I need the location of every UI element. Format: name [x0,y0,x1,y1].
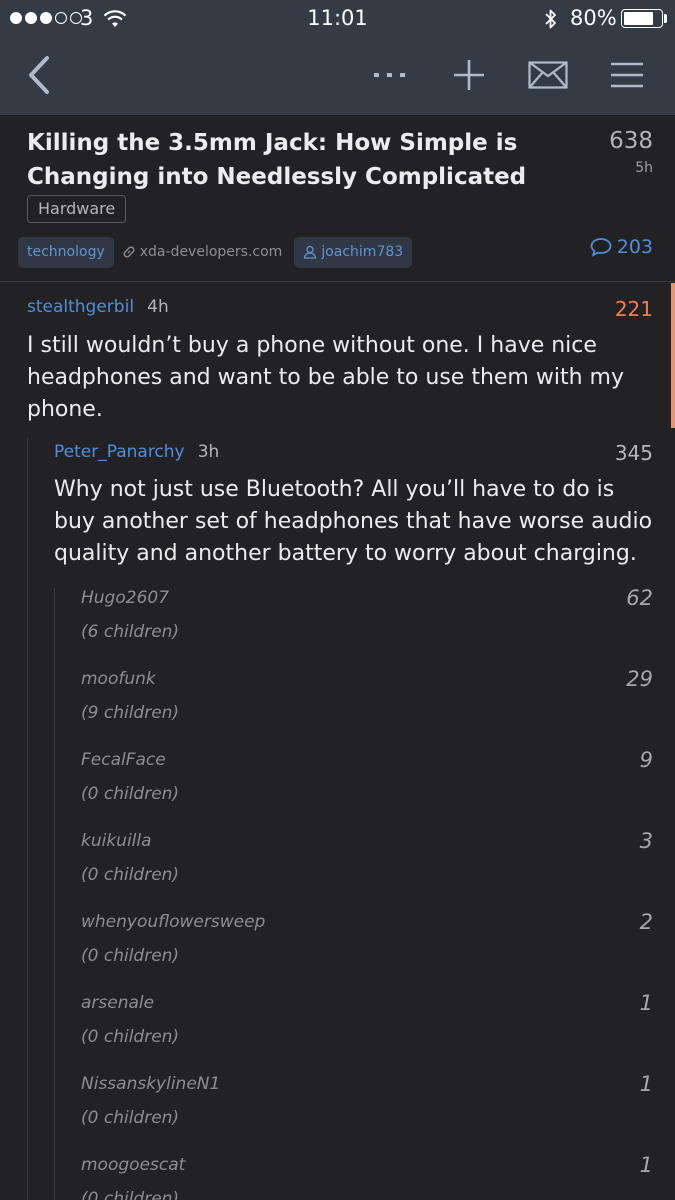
author-label: joachim783 [321,243,404,260]
child-score: 29 [626,667,653,691]
child-count: (0 children) [81,1108,180,1128]
child-author: kuikuilla [81,831,152,851]
child-author: moofunk [81,669,156,689]
nav-bar [0,38,675,116]
comment-author[interactable]: stealthgerbil [27,297,134,317]
comment-age: 4h [147,297,169,317]
collapsed-comment[interactable]: arsenale (0 children) 1 [0,991,675,1074]
comment-score-indicator [671,283,675,428]
child-count: (0 children) [81,784,180,804]
comment-score: 345 [614,441,653,465]
child-score: 1 [639,1072,653,1096]
comment-body: I still wouldn’t buy a phone without one… [27,333,624,422]
collapsed-comment[interactable]: FecalFace (0 children) 9 [0,748,675,831]
comment-age: 3h [197,442,220,462]
collapsed-comment[interactable]: moogoescat (0 children) 1 [0,1155,675,1200]
post-header[interactable]: Killing the 3.5mm Jack: How Simple is Ch… [0,116,675,282]
bluetooth-icon [543,8,559,35]
child-score: 3 [639,829,653,853]
battery-tip [664,14,667,23]
collapsed-comment[interactable]: moofunk (9 children) 29 [0,667,675,750]
child-score: 1 [639,1155,653,1177]
child-author: arsenale [81,993,155,1013]
battery-level-fill [624,12,653,25]
post-title[interactable]: Killing the 3.5mm Jack: How Simple is Ch… [27,126,547,194]
comment-count[interactable]: 203 [590,236,653,258]
child-score: 62 [626,586,653,610]
domain-label: xda-developers.com [139,244,283,260]
domain-link[interactable]: xda-developers.com [122,244,287,260]
more-icon[interactable] [365,52,415,98]
battery-icon [621,9,663,28]
comment-score: 221 [614,297,653,321]
child-author: moogoescat [81,1155,186,1175]
child-count: (0 children) [81,1027,180,1047]
child-author: NissanskylineN1 [81,1074,221,1094]
comment-body: Why not just use Bluetooth? All you’ll h… [54,477,653,566]
mail-icon[interactable] [523,52,573,98]
collapsed-comment[interactable]: whenyouflowersweep (0 children) 2 [0,910,675,993]
collapsed-comment[interactable]: Hugo2607 (6 children) 62 [0,586,675,669]
subreddit-label: technology [27,243,105,260]
post-age: 5h [635,160,653,176]
top-chrome: 3 11:01 80% [0,0,675,116]
flair-badge: Hardware [27,195,127,223]
post-meta: technology xda-developers.com joachim783 [18,236,413,268]
battery-percent: 80% [570,6,617,30]
child-count: (0 children) [81,946,180,966]
collapsed-comment[interactable]: NissanskylineN1 (0 children) 1 [0,1072,675,1155]
menu-icon[interactable] [602,52,652,98]
back-chevron-icon[interactable] [14,52,64,98]
comment-bubble-icon [590,238,612,257]
post-score: 638 [609,128,653,154]
child-count: (0 children) [81,865,180,885]
child-count: (6 children) [81,622,180,642]
comment-author[interactable]: Peter_Panarchy [54,442,185,462]
child-author: FecalFace [81,750,166,770]
child-author: whenyouflowersweep [81,912,266,932]
comment-header: stealthgerbil 4h [27,297,169,317]
collapsed-comment[interactable]: kuikuilla (0 children) 3 [0,829,675,912]
child-score: 1 [639,991,653,1015]
user-icon [304,245,317,259]
comment-header: Peter_Panarchy 3h [54,442,219,462]
author-chip[interactable]: joachim783 [294,236,413,268]
subreddit-chip[interactable]: technology [18,236,114,268]
status-bar: 3 11:01 80% [0,0,675,38]
child-count: (0 children) [81,1189,180,1200]
child-score: 2 [639,910,653,934]
child-count: (9 children) [81,703,180,723]
child-author: Hugo2607 [81,588,170,608]
comment-count-label: 203 [616,236,653,258]
child-score: 9 [639,748,653,772]
add-icon[interactable] [444,52,494,98]
link-icon [123,246,135,258]
